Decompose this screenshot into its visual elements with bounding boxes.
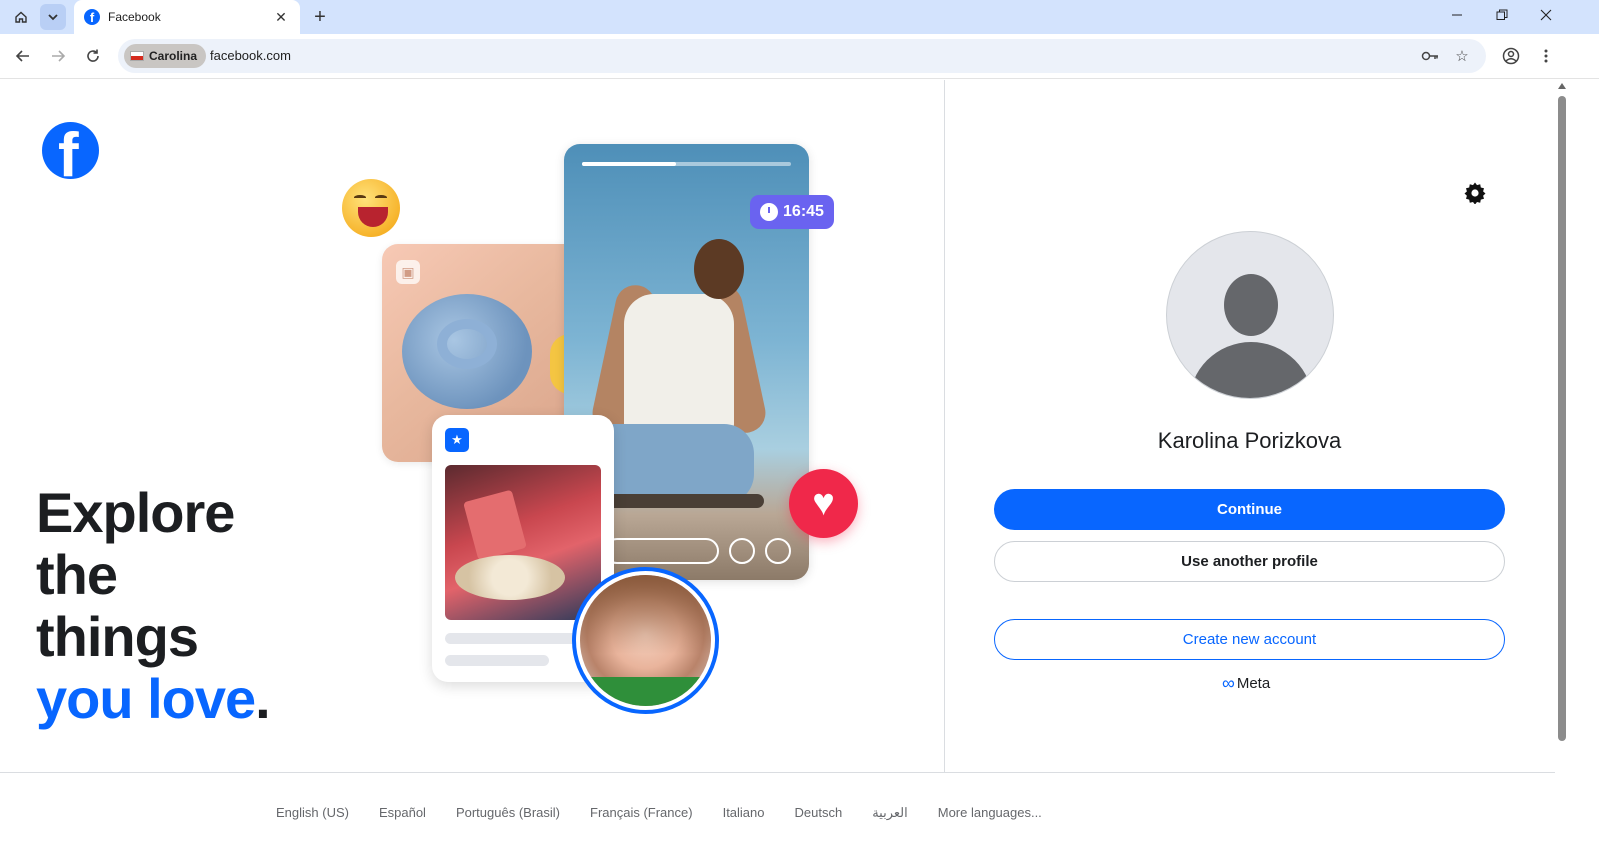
emoji-eye bbox=[375, 195, 387, 200]
story-progress-fill bbox=[582, 162, 677, 166]
placeholder-line bbox=[445, 655, 549, 666]
minimize-icon[interactable] bbox=[1434, 0, 1480, 30]
story-ring bbox=[765, 538, 791, 564]
url-text[interactable]: facebook.com bbox=[210, 48, 291, 63]
language-link[interactable]: العربية bbox=[872, 805, 908, 821]
restore-icon[interactable] bbox=[1479, 0, 1525, 30]
create-account-button[interactable]: Create new account bbox=[994, 619, 1505, 660]
profile-chip-label: Carolina bbox=[149, 49, 198, 63]
plus-icon[interactable]: + bbox=[306, 4, 334, 30]
language-list: English (US) Español Português (Brasil) … bbox=[276, 805, 1042, 821]
gear-icon[interactable] bbox=[1462, 180, 1488, 206]
knot-pillow-loop bbox=[437, 319, 497, 369]
tab-bar: f Facebook ✕ + bbox=[0, 0, 1599, 34]
hero-line: Explore bbox=[36, 481, 235, 544]
language-link[interactable]: Italiano bbox=[723, 805, 765, 821]
address-bar[interactable]: Carolina facebook.com ☆ bbox=[118, 39, 1486, 73]
hero-line: things bbox=[36, 605, 199, 668]
time-badge-label: 16:45 bbox=[783, 203, 824, 220]
use-another-profile-button[interactable]: Use another profile bbox=[994, 541, 1505, 582]
clock-icon bbox=[760, 203, 779, 221]
profile-chip[interactable]: Carolina bbox=[124, 44, 207, 68]
more-languages-link[interactable]: More languages... bbox=[938, 805, 1042, 821]
skater-body bbox=[624, 294, 734, 444]
forward-icon[interactable] bbox=[44, 42, 72, 70]
avatar-body bbox=[1189, 342, 1313, 398]
page-content: f ▣ 16:45 ★ ♥ Explore the things you lov… bbox=[0, 80, 1555, 852]
vertical-divider bbox=[944, 80, 945, 772]
close-window-icon[interactable] bbox=[1523, 0, 1569, 30]
avatar-shirt bbox=[580, 677, 711, 706]
reload-icon[interactable] bbox=[79, 42, 107, 70]
close-icon[interactable]: ✕ bbox=[272, 9, 290, 26]
more-icon[interactable] bbox=[1532, 42, 1560, 70]
facebook-logo[interactable]: f bbox=[42, 122, 99, 179]
story-ring bbox=[729, 538, 755, 564]
language-link[interactable]: Deutsch bbox=[795, 805, 843, 821]
scrollbar[interactable] bbox=[1555, 80, 1568, 852]
ticket bbox=[463, 489, 527, 561]
tab-search-icon[interactable] bbox=[40, 4, 66, 30]
language-link[interactable]: Português (Brasil) bbox=[456, 805, 560, 821]
laughing-emoji-icon bbox=[342, 179, 400, 237]
heart-reaction-icon: ♥ bbox=[789, 469, 858, 538]
post-photo bbox=[445, 465, 601, 620]
profile-avatar[interactable] bbox=[1166, 231, 1334, 399]
home-icon[interactable] bbox=[8, 4, 34, 30]
profile-name: Karolina Porizkova bbox=[1157, 428, 1342, 453]
star-icon[interactable]: ☆ bbox=[1451, 45, 1473, 67]
hero-dot: . bbox=[255, 667, 271, 730]
emoji-mouth bbox=[358, 207, 388, 227]
continue-button[interactable]: Continue bbox=[994, 489, 1505, 530]
tab-title: Facebook bbox=[108, 10, 161, 24]
back-icon[interactable] bbox=[9, 42, 37, 70]
flag-icon bbox=[130, 51, 144, 61]
popcorn bbox=[455, 555, 565, 600]
language-link[interactable]: Español bbox=[379, 805, 426, 821]
language-link[interactable]: Français (France) bbox=[590, 805, 693, 821]
avatar-face bbox=[580, 575, 711, 706]
hero-line: the bbox=[36, 543, 118, 606]
time-badge: 16:45 bbox=[750, 195, 834, 229]
shop-icon: ▣ bbox=[396, 260, 420, 284]
skater-head bbox=[694, 239, 744, 299]
scroll-thumb[interactable] bbox=[1558, 96, 1566, 741]
woman-avatar-image bbox=[572, 567, 719, 714]
story-reply-pill bbox=[604, 538, 719, 564]
scroll-up-icon[interactable] bbox=[1558, 83, 1566, 89]
meta-logo: ∞ Meta bbox=[1222, 673, 1271, 693]
facebook-icon: f bbox=[84, 9, 100, 25]
story-progress-bar bbox=[582, 162, 791, 166]
hero-heading: Explore the things you love. bbox=[36, 481, 271, 730]
skateboard bbox=[604, 494, 764, 508]
tab-facebook[interactable]: f Facebook ✕ bbox=[74, 0, 300, 34]
footer-divider bbox=[0, 772, 1555, 773]
avatar-hair bbox=[580, 575, 711, 654]
hero-highlight: you love bbox=[36, 667, 256, 730]
key-icon[interactable] bbox=[1419, 45, 1441, 67]
hero-line: you love. bbox=[36, 667, 271, 730]
language-link[interactable]: English (US) bbox=[276, 805, 349, 821]
browser-toolbar: Carolina facebook.com ☆ bbox=[0, 34, 1599, 79]
avatar-head bbox=[1224, 274, 1278, 336]
meta-label: Meta bbox=[1236, 675, 1271, 692]
star-badge-icon: ★ bbox=[445, 428, 469, 452]
meta-infinity-icon: ∞ bbox=[1222, 673, 1235, 693]
emoji-eye bbox=[354, 195, 366, 200]
account-icon[interactable] bbox=[1497, 42, 1525, 70]
